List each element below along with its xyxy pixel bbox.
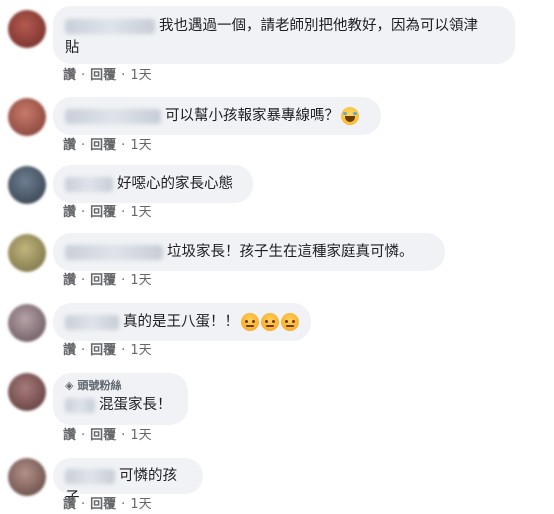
timestamp[interactable]: 1天 bbox=[130, 428, 151, 443]
commenter-name[interactable] bbox=[65, 18, 155, 34]
reply-link[interactable]: 回覆 bbox=[90, 205, 116, 220]
like-link[interactable]: 讚 bbox=[63, 428, 76, 443]
comment-bubble: ◈ 頭號粉絲 混蛋家長！ bbox=[53, 373, 188, 425]
commenter-name[interactable] bbox=[65, 244, 163, 260]
avatar[interactable] bbox=[8, 304, 46, 342]
avatar[interactable] bbox=[8, 458, 46, 496]
like-link[interactable]: 讚 bbox=[63, 138, 76, 153]
comment-text: 垃圾家長！孩子生在這種家庭真可憐。 bbox=[167, 244, 414, 260]
laughing-with-tears-icon bbox=[341, 107, 359, 125]
comment-bubble: 好噁心的家長心態 bbox=[53, 165, 253, 203]
comment-actions: 讚 · 回覆 · 1天 bbox=[63, 138, 152, 153]
comment-text-line-2: 貼 bbox=[65, 40, 80, 56]
timestamp[interactable]: 1天 bbox=[130, 273, 151, 288]
comment-bubble: 真的是王八蛋！！ bbox=[53, 303, 311, 341]
reply-link[interactable]: 回覆 bbox=[90, 273, 116, 288]
timestamp[interactable]: 1天 bbox=[130, 68, 151, 83]
timestamp[interactable]: 1天 bbox=[130, 497, 151, 512]
like-link[interactable]: 讚 bbox=[63, 68, 76, 83]
comment-actions: 讚 · 回覆 · 1天 bbox=[63, 273, 152, 288]
timestamp[interactable]: 1天 bbox=[130, 138, 151, 153]
comment-bubble: 可憐的孩子 bbox=[53, 458, 203, 506]
comment-text: 真的是王八蛋！！ bbox=[123, 314, 239, 330]
avatar[interactable] bbox=[8, 98, 46, 136]
comment-text: 混蛋家長！ bbox=[99, 397, 172, 413]
avatar[interactable] bbox=[8, 10, 46, 48]
comment-actions: 讚 · 回覆 · 1天 bbox=[63, 68, 152, 83]
comment-bubble: 可以幫小孩報家暴專線嗎？ bbox=[53, 97, 381, 135]
reply-link[interactable]: 回覆 bbox=[90, 68, 116, 83]
comment-text-line-1: 我也遇過一個，請老師別把他教好，因為可以領津 bbox=[159, 18, 478, 34]
angry-face-icon bbox=[241, 313, 259, 331]
commenter-name[interactable] bbox=[65, 314, 119, 330]
commenter-name[interactable] bbox=[65, 468, 115, 484]
reply-link[interactable]: 回覆 bbox=[90, 497, 116, 512]
angry-face-icon bbox=[261, 313, 279, 331]
comment-actions: 讚 · 回覆 · 1天 bbox=[63, 497, 152, 512]
avatar[interactable] bbox=[8, 373, 46, 411]
comment-text: 可以幫小孩報家暴專線嗎？ bbox=[165, 108, 339, 124]
comment-text: 好噁心的家長心態 bbox=[117, 176, 233, 192]
commenter-name[interactable] bbox=[65, 397, 95, 413]
timestamp[interactable]: 1天 bbox=[130, 205, 151, 220]
diamond-icon: ◈ bbox=[65, 379, 74, 392]
comment-actions: 讚 · 回覆 · 1天 bbox=[63, 343, 152, 358]
reply-link[interactable]: 回覆 bbox=[90, 343, 116, 358]
top-fan-badge[interactable]: ◈ 頭號粉絲 bbox=[65, 379, 176, 392]
like-link[interactable]: 讚 bbox=[63, 205, 76, 220]
comment-bubble: 我也遇過一個，請老師別把他教好，因為可以領津 貼 bbox=[53, 6, 515, 64]
commenter-name[interactable] bbox=[65, 108, 161, 124]
reply-link[interactable]: 回覆 bbox=[90, 428, 116, 443]
like-link[interactable]: 讚 bbox=[63, 343, 76, 358]
avatar[interactable] bbox=[8, 234, 46, 272]
comment-bubble: 垃圾家長！孩子生在這種家庭真可憐。 bbox=[53, 233, 445, 271]
angry-face-icon bbox=[281, 313, 299, 331]
like-link[interactable]: 讚 bbox=[63, 273, 76, 288]
comment-actions: 讚 · 回覆 · 1天 bbox=[63, 428, 152, 443]
timestamp[interactable]: 1天 bbox=[130, 343, 151, 358]
avatar[interactable] bbox=[8, 166, 46, 204]
reply-link[interactable]: 回覆 bbox=[90, 138, 116, 153]
like-link[interactable]: 讚 bbox=[63, 497, 76, 512]
commenter-name[interactable] bbox=[65, 176, 113, 192]
comment-actions: 讚 · 回覆 · 1天 bbox=[63, 205, 152, 220]
